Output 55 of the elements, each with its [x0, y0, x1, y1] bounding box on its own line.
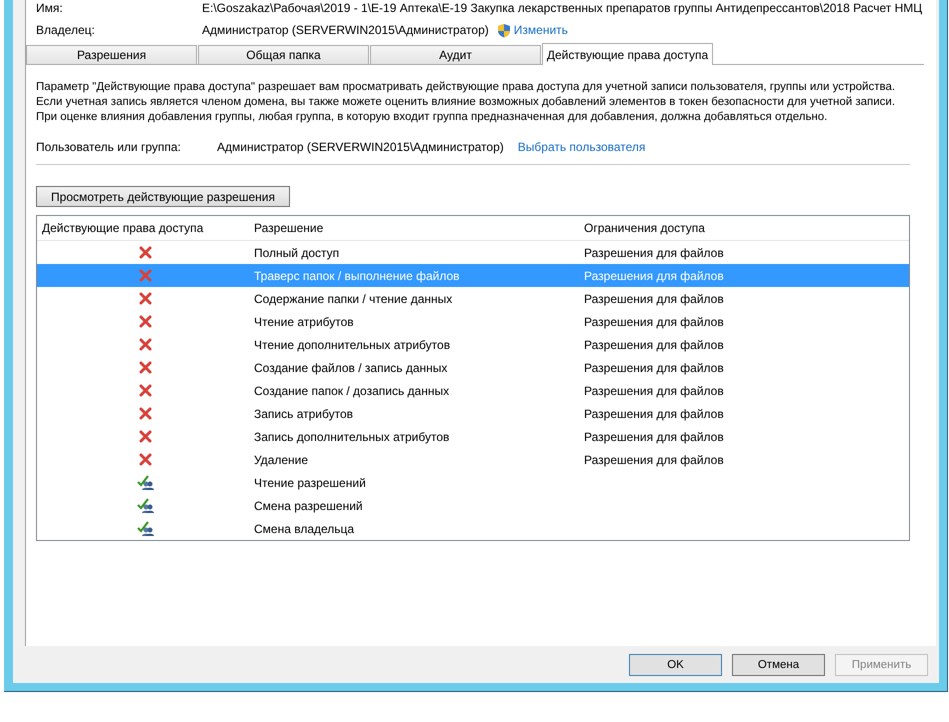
user-value: Администратор (SERVERWIN2015\Администратор)	[217, 140, 504, 154]
permission-cell-text: Чтение дополнительных атрибутов	[254, 338, 452, 352]
table-row[interactable]: Создание файлов / запись данных Разрешения для файлов	[37, 356, 909, 379]
table-row[interactable]: Запись дополнительных атрибутов Разрешения для файлов	[37, 425, 909, 448]
table-row[interactable]: Удаление Разрешения для файлов	[37, 448, 909, 471]
table-row[interactable]: Чтение атрибутов Разрешения для файлов	[37, 310, 909, 333]
permission-cell-text: Запись атрибутов	[254, 406, 354, 420]
permission-cell-text: Чтение разрешений	[254, 476, 367, 490]
limit-cell-text: Разрешения для файлов	[584, 338, 725, 352]
column-header[interactable]: Разрешение	[254, 221, 584, 235]
column-header[interactable]: Ограничения доступа	[584, 221, 909, 235]
limit-cell-text: Разрешения для файлов	[584, 452, 725, 466]
permission-cell-text: Полный доступ	[254, 246, 340, 260]
permission-cell-text: Содержание папки / чтение данных	[254, 292, 454, 306]
owner-value: Администратор (SERVERWIN2015\Администратор)	[202, 23, 489, 37]
dialog-button[interactable]: Отмена	[732, 654, 825, 676]
limit-cell-text: Разрешения для файлов	[584, 292, 725, 306]
description-text: Параметр "Действующие права доступа" разрешает вам просматривать действующие права доступа для учетной записи пользователя, группы или устройства. Если учетная запись является членом домена, вы также можете оценить влияние возможных добавлений элементов в токен безопасности для учетной записи. При оценке влияния добавления группы, любая группа, в которую входит группа предназначенная для добавления, должна добавляться отдельно.	[36, 80, 896, 125]
limit-cell-text: Разрешения для файлов	[584, 406, 725, 420]
change-owner-link[interactable]: Изменить	[514, 23, 568, 37]
permission-cell-text: Смена владельца	[254, 522, 356, 536]
table-row[interactable]: Чтение разрешений	[37, 471, 909, 494]
limit-cell-text: Разрешения для файлов	[584, 360, 725, 374]
limit-cell-text: Разрешения для файлов	[584, 246, 725, 260]
table-row[interactable]: Смена владельца	[37, 517, 909, 540]
user-label: Пользователь или группа:	[36, 140, 182, 154]
table-row[interactable]: Содержание папки / чтение данных Разрешения для файлов	[37, 287, 909, 310]
limit-cell-text: Разрешения для файлов	[584, 384, 725, 398]
permission-cell-text: Создание файлов / запись данных	[254, 360, 448, 374]
permission-cell-text: Смена разрешений	[254, 498, 364, 512]
table-row[interactable]: Чтение дополнительных атрибутов Разрешения для файлов	[37, 333, 909, 356]
permission-cell-text: Траверс папок / выполнение файлов	[254, 268, 461, 282]
permission-cell-text: Удаление	[254, 452, 310, 466]
table-row[interactable]: Полный доступ Разрешения для файлов	[37, 241, 909, 264]
tab[interactable]: Разрешения	[26, 45, 197, 64]
shield-icon	[496, 22, 511, 38]
table-row[interactable]: Смена разрешений	[37, 494, 909, 517]
name-label: Имя:	[36, 1, 64, 15]
dialog-button[interactable]: OK	[629, 654, 722, 676]
name-value: E:\Goszakaz\Рабочая\2019 - 1\Е-19 Аптека\Е-19 Закупка лекарственных препаратов группы Антидепрессантов\2018 Расчет НМЦ	[202, 1, 924, 15]
table-row[interactable]: Создание папок / дозапись данных Разрешения для файлов	[37, 379, 909, 402]
owner-label: Владелец:	[36, 23, 96, 37]
select-user-link[interactable]: Выбрать пользователя	[518, 140, 646, 154]
tab[interactable]: Общая папка	[198, 45, 369, 64]
permission-cell-text: Запись дополнительных атрибутов	[254, 430, 450, 444]
permission-cell-text: Чтение атрибутов	[254, 314, 355, 328]
view-permissions-button[interactable]: Просмотреть действующие разрешения	[36, 186, 290, 207]
column-header[interactable]: Действующие права доступа	[37, 221, 254, 235]
limit-cell-text: Разрешения для файлов	[584, 430, 725, 444]
tab[interactable]: Аудит	[370, 45, 541, 64]
limit-cell-text: Разрешения для файлов	[584, 268, 725, 282]
table-row[interactable]: Запись атрибутов Разрешения для файлов	[37, 402, 909, 425]
permission-cell-text: Создание папок / дозапись данных	[254, 384, 450, 398]
limit-cell-text: Разрешения для файлов	[584, 314, 725, 328]
tab[interactable]: Действующие права доступа	[542, 43, 713, 65]
